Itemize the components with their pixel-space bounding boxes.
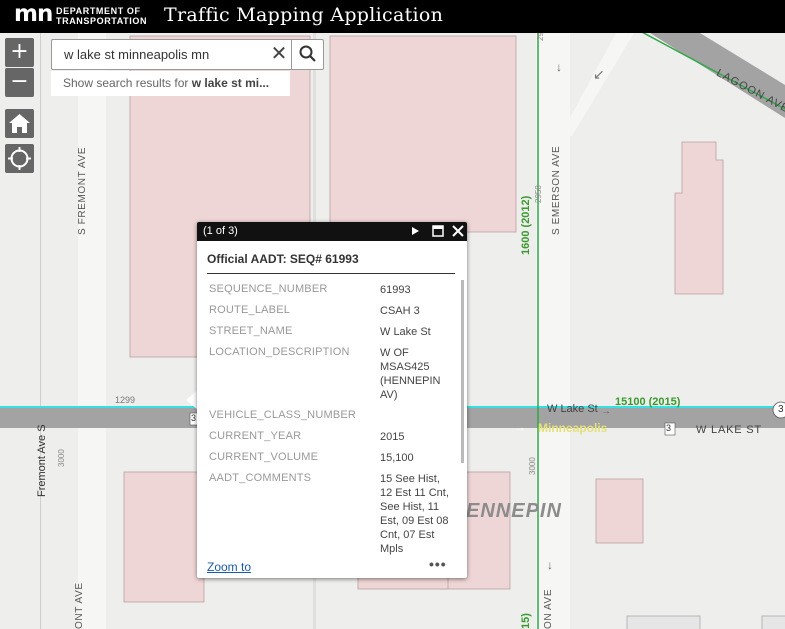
field-label: SEQUENCE_NUMBER xyxy=(209,283,328,295)
dept-line-1: DEPARTMENT OF xyxy=(56,6,141,16)
search-icon xyxy=(299,45,316,62)
field-label: STREET_NAME xyxy=(209,325,293,337)
street-edge xyxy=(40,33,41,629)
department-name: DEPARTMENT OF TRANSPORTATION xyxy=(56,6,147,26)
suggestion-query: w lake st mi... xyxy=(191,76,270,90)
home-icon xyxy=(9,114,30,133)
mndot-logo: mn xyxy=(14,1,53,27)
building xyxy=(595,478,644,544)
route-shield-label: 3 xyxy=(191,413,197,423)
city-label-minneapolis: Minneapolis xyxy=(538,421,608,435)
arrow-right-icon: → xyxy=(514,420,526,434)
field-value: W Lake St xyxy=(380,326,431,338)
street-label-s-fremont: S FREMONT AVE xyxy=(77,146,88,235)
locate-icon xyxy=(8,147,31,170)
traffic-count-lake[interactable]: 15100 (2015) xyxy=(615,396,680,408)
home-button[interactable] xyxy=(5,109,34,138)
traffic-count-bottom[interactable]: 15) xyxy=(520,613,532,629)
arrow-down-icon: ↓ xyxy=(547,558,553,572)
building-grey xyxy=(761,615,785,629)
route-shield-label: 3 xyxy=(666,423,672,433)
search-input[interactable] xyxy=(53,41,300,68)
zoom-in-button[interactable]: + xyxy=(5,38,34,67)
zoom-out-button[interactable]: − xyxy=(5,68,34,97)
street-s-emerson xyxy=(536,33,570,629)
popup-attributes[interactable]: SEQUENCE_NUMBER 61993 ROUTE_LABEL CSAH 3… xyxy=(207,280,457,557)
popup-header: (1 of 3) xyxy=(197,222,467,241)
arrow-down-icon: ↓ xyxy=(556,60,562,74)
popup-scrollbar[interactable] xyxy=(461,280,464,463)
ramp xyxy=(560,33,634,136)
popup-divider xyxy=(207,273,455,274)
address-number: 29 xyxy=(536,33,545,41)
address-number: 3000 xyxy=(528,457,537,475)
route-shield-label: 3 xyxy=(778,404,784,415)
building xyxy=(123,471,205,603)
building-grey xyxy=(626,615,701,629)
field-value: W OF MSAS425 (HENNEPIN AV) xyxy=(380,347,441,401)
street-label-bottom-right: ON AVE xyxy=(543,588,554,629)
app-title: Traffic Mapping Application xyxy=(164,4,444,26)
field-label: ROUTE_LABEL xyxy=(209,304,291,316)
more-actions-icon[interactable]: ••• xyxy=(429,556,447,572)
feature-popup: (1 of 3) Official AADT: SEQ# 61993 SEQUE… xyxy=(197,222,467,578)
next-feature-icon[interactable] xyxy=(408,224,422,238)
building xyxy=(329,35,517,233)
field-value: 15 See Hist, 12 Est 11 Cnt, See Hist, 11… xyxy=(380,473,449,555)
street-label-w-lake-st-line: W Lake St xyxy=(547,403,598,415)
address-number: 2950 xyxy=(534,185,543,203)
clear-search-icon[interactable]: ✕ xyxy=(266,41,292,68)
zoom-to-link[interactable]: Zoom to xyxy=(207,560,251,574)
street-label-fremont-ave-s: Fremont Ave S xyxy=(36,424,48,497)
street-label-w-lake-st: W LAKE ST xyxy=(696,424,762,436)
address-number: 1299 xyxy=(115,395,136,405)
search-suggestion[interactable]: Show search results for w lake st mi... xyxy=(51,71,290,96)
field-label: CURRENT_YEAR xyxy=(209,430,302,442)
building xyxy=(674,141,724,295)
field-value: 61993 xyxy=(380,284,411,296)
search-button[interactable] xyxy=(291,39,324,70)
area-label-hennepin: ENNEPIN xyxy=(466,500,562,522)
suggestion-prefix: Show search results for xyxy=(63,76,192,90)
field-value: 2015 xyxy=(380,431,405,443)
arrow-diag-icon: ↙ xyxy=(593,66,605,82)
close-icon[interactable] xyxy=(451,224,465,238)
popup-title: Official AADT: SEQ# 61993 xyxy=(207,252,359,266)
field-label: VEHICLE_CLASS_NUMBER xyxy=(209,409,357,421)
popup-feature-count: (1 of 3) xyxy=(203,225,238,237)
maximize-icon[interactable] xyxy=(431,224,445,238)
field-label: LOCATION_DESCRIPTION xyxy=(209,346,350,358)
dept-line-2: TRANSPORTATION xyxy=(56,16,148,26)
arrow-right-icon: → xyxy=(601,406,611,417)
street-s-fremont xyxy=(78,33,106,629)
street-label-s-emerson: S EMERSON AVE xyxy=(551,145,562,235)
street-label-bottom-left: ONT AVE xyxy=(74,582,85,629)
traffic-count-emerson[interactable]: 1600 (2012) xyxy=(520,196,532,255)
field-label: CURRENT_VOLUME xyxy=(209,451,319,463)
field-value: 15,100 xyxy=(380,452,414,464)
address-number: 3000 xyxy=(57,449,66,467)
locate-button[interactable] xyxy=(5,144,34,173)
app-header: mn DEPARTMENT OF TRANSPORTATION Traffic … xyxy=(0,0,785,33)
field-label: AADT_COMMENTS xyxy=(209,472,312,484)
field-value: CSAH 3 xyxy=(380,305,420,317)
